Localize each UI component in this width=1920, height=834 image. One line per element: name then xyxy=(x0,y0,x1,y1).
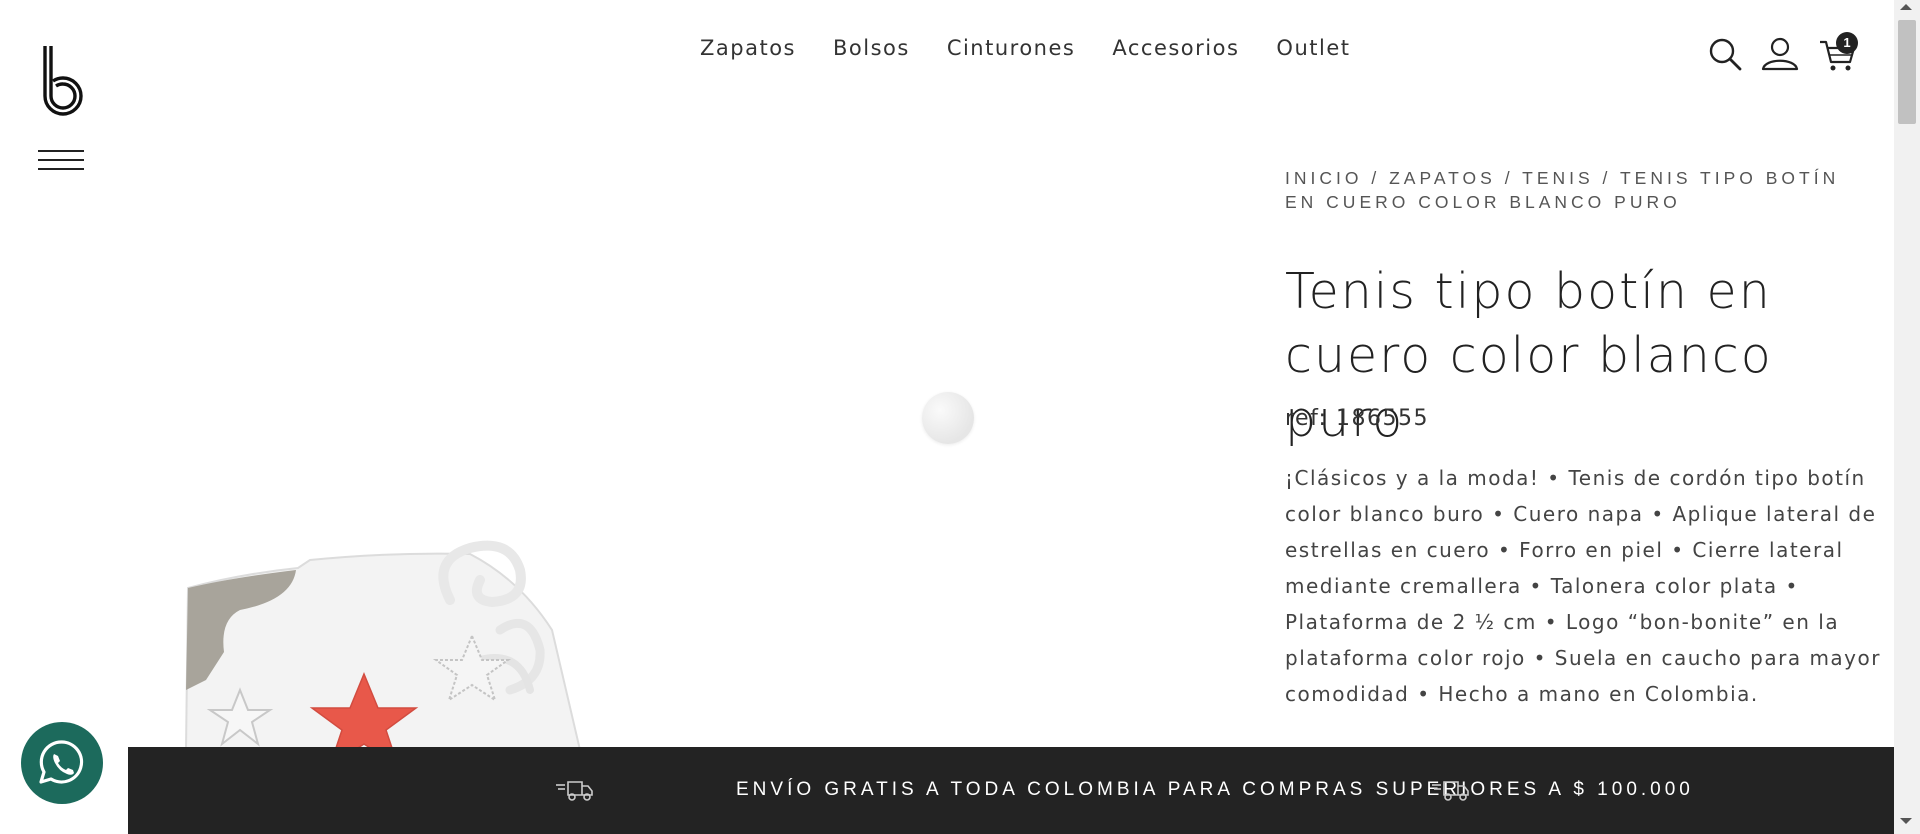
breadcrumb-separator: / xyxy=(1362,168,1390,188)
product-description: ¡Clásicos y a la moda! • Tenis de cordón… xyxy=(1285,466,1881,706)
product-ref: ref: 186555 xyxy=(1285,406,1429,431)
nav-item-accesorios[interactable]: Accesorios xyxy=(1112,36,1239,60)
breadcrumb-separator: / xyxy=(1495,168,1523,188)
breadcrumb-item-inicio[interactable]: INICIO xyxy=(1285,168,1362,188)
whatsapp-icon xyxy=(39,740,84,784)
page: Zapatos Bolsos Cinturones Accesorios Out… xyxy=(0,0,1920,834)
whatsapp-button[interactable] xyxy=(21,722,103,804)
image-loader xyxy=(922,392,974,444)
breadcrumb-item-tenis[interactable]: TENIS xyxy=(1522,168,1594,188)
scroll-down-arrow[interactable] xyxy=(1900,818,1912,824)
delivery-truck-icon xyxy=(1432,781,1469,801)
breadcrumb-item-zapatos[interactable]: ZAPATOS xyxy=(1389,168,1496,188)
cart-count-badge: 1 xyxy=(1836,32,1858,54)
main-nav: Zapatos Bolsos Cinturones Accesorios Out… xyxy=(700,36,1387,60)
scroll-up-arrow[interactable] xyxy=(1900,4,1912,10)
scrollbar[interactable] xyxy=(1894,0,1920,834)
shipping-banner-text: ENVÍO GRATIS A TODA COLOMBIA PARA COMPRA… xyxy=(736,779,1694,800)
shipping-banner: ENVÍO GRATIS A TODA COLOMBIA PARA COMPRA… xyxy=(128,747,1894,834)
bon-bonite-logo[interactable] xyxy=(38,44,88,116)
nav-item-zapatos[interactable]: Zapatos xyxy=(700,36,796,60)
scrollbar-thumb[interactable] xyxy=(1898,20,1916,124)
breadcrumb: INICIO / ZAPATOS / TENIS / TENIS TIPO BO… xyxy=(1285,166,1875,214)
nav-item-cinturones[interactable]: Cinturones xyxy=(947,36,1076,60)
breadcrumb-separator: / xyxy=(1593,168,1620,188)
product-image[interactable] xyxy=(180,540,700,750)
search-icon[interactable] xyxy=(1706,34,1746,74)
hamburger-icon[interactable] xyxy=(38,150,84,172)
nav-item-bolsos[interactable]: Bolsos xyxy=(833,36,910,60)
user-icon[interactable] xyxy=(1760,34,1800,74)
delivery-truck-icon xyxy=(556,781,593,801)
nav-item-outlet[interactable]: Outlet xyxy=(1276,36,1350,60)
